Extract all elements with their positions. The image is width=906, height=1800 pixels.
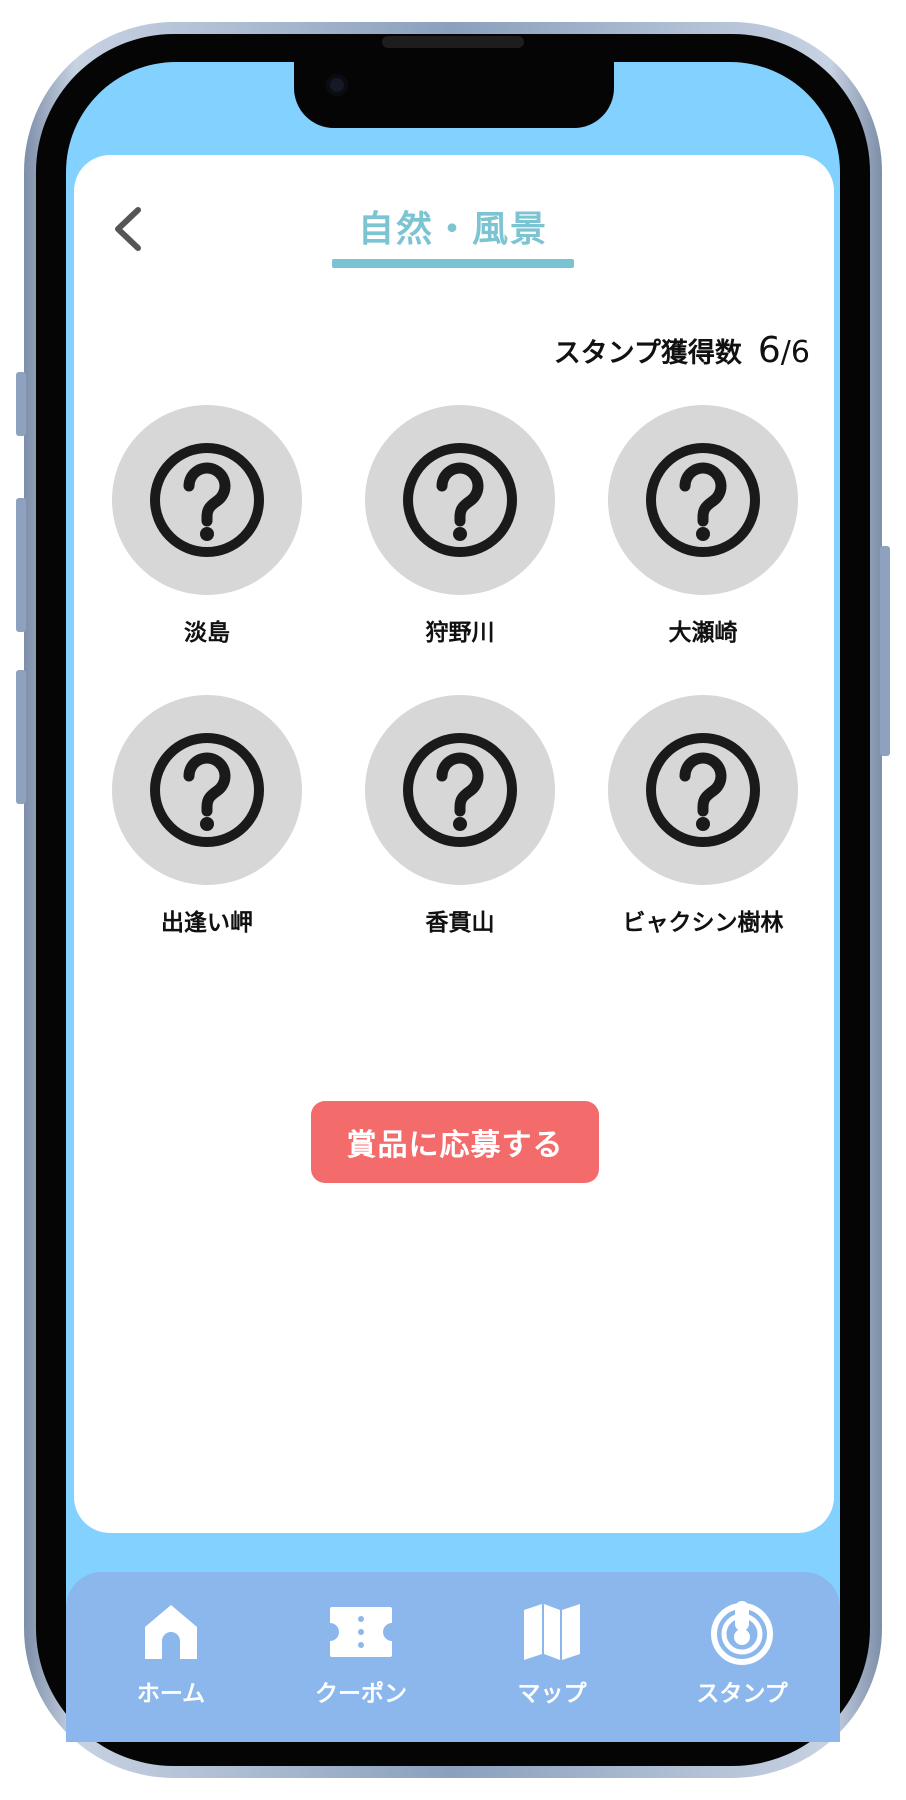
stamp-item[interactable]: 淡島 bbox=[112, 405, 302, 647]
page-title-text: 自然・風景 bbox=[357, 209, 548, 250]
map-icon bbox=[524, 1604, 580, 1660]
stamp-item[interactable]: ビャクシン樹林 bbox=[608, 695, 798, 937]
notch bbox=[294, 62, 614, 128]
tab-stamp[interactable]: スタンプ bbox=[672, 1600, 812, 1710]
stamp-label: 出逢い岬 bbox=[161, 910, 253, 936]
ticket-icon bbox=[330, 1607, 392, 1657]
chevron-left-icon bbox=[115, 207, 141, 251]
tab-map[interactable]: マップ bbox=[482, 1600, 622, 1710]
tab-coupon-label: クーポン bbox=[315, 1681, 407, 1707]
stamp-count-slash: / bbox=[780, 335, 791, 370]
tab-map-label: マップ bbox=[517, 1681, 587, 1707]
stamp-label: ビャクシン樹林 bbox=[622, 910, 784, 936]
volume-down-button bbox=[16, 670, 26, 804]
stamp-icon bbox=[711, 1601, 773, 1665]
question-circle-icon bbox=[646, 733, 760, 847]
tab-home-label: ホーム bbox=[136, 1681, 206, 1707]
question-circle-icon bbox=[150, 733, 264, 847]
stamp-item[interactable]: 香貫山 bbox=[365, 695, 555, 937]
stamp-count: スタンプ獲得数 6/6 bbox=[554, 330, 810, 371]
stamp-circle[interactable] bbox=[112, 405, 302, 595]
stamp-item[interactable]: 大瀬崎 bbox=[608, 405, 798, 647]
question-circle-icon bbox=[646, 443, 760, 557]
stamp-circle[interactable] bbox=[112, 695, 302, 885]
stamp-count-total: 6 bbox=[790, 335, 810, 370]
stamp-circle[interactable] bbox=[608, 405, 798, 595]
question-circle-icon bbox=[403, 733, 517, 847]
question-circle-icon bbox=[150, 443, 264, 557]
stamp-count-value: 6 bbox=[757, 330, 781, 371]
home-icon bbox=[145, 1605, 197, 1659]
stamp-label: 大瀬崎 bbox=[668, 620, 738, 646]
apply-prize-button[interactable]: 賞品に応募する bbox=[311, 1101, 599, 1183]
camera bbox=[326, 74, 348, 96]
stamp-item[interactable]: 狩野川 bbox=[365, 405, 555, 647]
mute-switch bbox=[16, 372, 26, 436]
back-button[interactable] bbox=[108, 206, 148, 252]
stamp-circle[interactable] bbox=[608, 695, 798, 885]
question-circle-icon bbox=[403, 443, 517, 557]
stamp-count-label: スタンプ獲得数 bbox=[553, 338, 742, 369]
stamp-circle[interactable] bbox=[365, 405, 555, 595]
tab-coupon[interactable]: クーポン bbox=[291, 1600, 431, 1710]
stamp-label: 淡島 bbox=[184, 620, 230, 646]
page-title: 自然・風景 bbox=[332, 202, 574, 268]
tab-stamp-label: スタンプ bbox=[696, 1681, 788, 1707]
stamp-label: 狩野川 bbox=[425, 620, 495, 646]
speaker bbox=[382, 36, 524, 48]
title-underline bbox=[332, 259, 574, 268]
power-button bbox=[880, 546, 890, 756]
stamp-circle[interactable] bbox=[365, 695, 555, 885]
stamp-label: 香貫山 bbox=[425, 910, 495, 936]
tab-home[interactable]: ホーム bbox=[101, 1600, 241, 1710]
volume-up-button bbox=[16, 498, 26, 632]
stamp-item[interactable]: 出逢い岬 bbox=[112, 695, 302, 937]
